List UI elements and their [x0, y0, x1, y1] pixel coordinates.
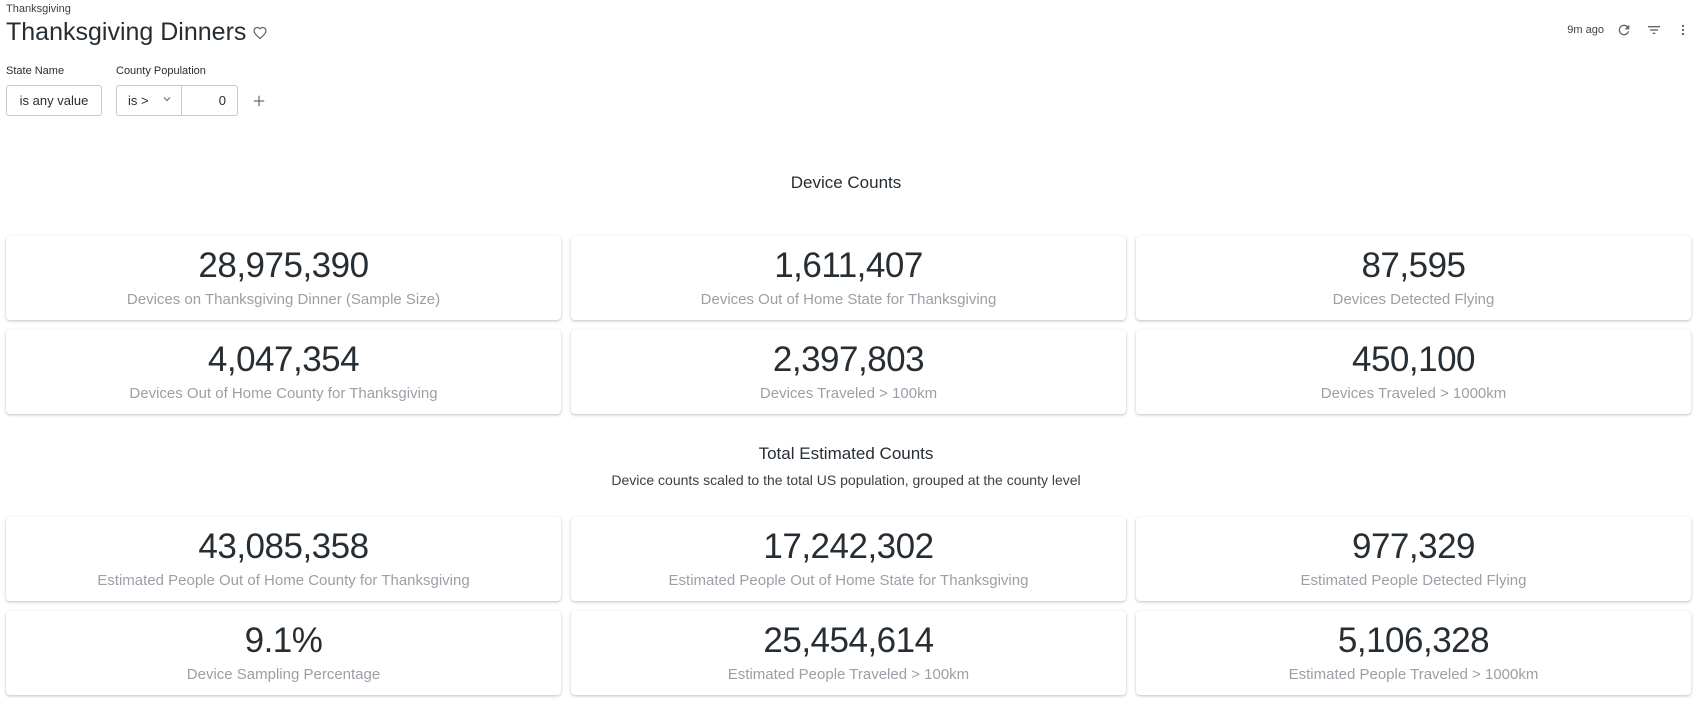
kpi-value: 5,106,328: [1337, 621, 1490, 660]
operator-select[interactable]: is >: [116, 85, 182, 116]
kpi-value: 4,047,354: [207, 340, 360, 379]
kpi-label: Estimated People Detected Flying: [1300, 572, 1527, 589]
kpi-value: 977,329: [1351, 527, 1476, 566]
kpi-label: Estimated People Traveled > 100km: [727, 666, 970, 683]
section-title-estimated: Total Estimated Counts: [758, 444, 934, 463]
state-name-value-button[interactable]: is any value: [6, 85, 102, 116]
kpi-label: Devices on Thanksgiving Dinner (Sample S…: [126, 291, 441, 308]
kpi-tile[interactable]: 43,085,358 Estimated People Out of Home C…: [6, 517, 561, 601]
filter-label-county: County Population: [116, 65, 206, 77]
header-actions: 9m ago: [1567, 22, 1690, 38]
section-subtitle-estimated: Device counts scaled to the total US pop…: [611, 472, 1081, 488]
device-tiles-grid: 28,975,390 Devices on Thanksgiving Dinner…: [6, 236, 1691, 414]
kpi-value: 1,611,407: [774, 246, 923, 285]
kpi-tile[interactable]: 9.1% Device Sampling Percentage: [6, 611, 561, 695]
state-name-filter: State Name is any value: [6, 65, 102, 116]
county-population-filter: County Population is > 0: [116, 65, 268, 116]
kpi-value: 2,397,803: [772, 340, 925, 379]
filter-label-state: State Name: [6, 65, 65, 77]
page-title: Thanksgiving Dinners: [6, 18, 247, 46]
heart-outline-icon[interactable]: [252, 25, 268, 41]
kpi-value: 9.1%: [244, 621, 323, 660]
kpi-value: 28,975,390: [198, 246, 369, 285]
kpi-tile[interactable]: 1,611,407 Devices Out of Home State for T…: [571, 236, 1126, 320]
title-row: Thanksgiving Dinners: [6, 18, 268, 47]
kpi-label: Devices Out of Home State for Thanksgivi…: [700, 291, 997, 308]
kpi-tile[interactable]: 977,329 Estimated People Detected Flying: [1136, 517, 1691, 601]
more-vert-icon[interactable]: [1676, 22, 1690, 38]
section-title-device: Device Counts: [790, 173, 902, 192]
kpi-tile[interactable]: 28,975,390 Devices on Thanksgiving Dinner…: [6, 236, 561, 320]
kpi-tile[interactable]: 2,397,803 Devices Traveled > 100km: [571, 330, 1126, 414]
county-population-input[interactable]: 0: [182, 85, 238, 116]
estimated-tiles-grid: 43,085,358 Estimated People Out of Home C…: [6, 517, 1691, 695]
filter-bar: State Name is any value County Populatio…: [6, 65, 268, 116]
kpi-tile[interactable]: 25,454,614 Estimated People Traveled > 10…: [571, 611, 1126, 695]
kpi-label: Devices Traveled > 100km: [759, 385, 938, 402]
kpi-tile[interactable]: 4,047,354 Devices Out of Home County for …: [6, 330, 561, 414]
kpi-value: 87,595: [1361, 246, 1466, 285]
kpi-tile[interactable]: 87,595 Devices Detected Flying: [1136, 236, 1691, 320]
kpi-label: Device Sampling Percentage: [186, 666, 381, 683]
kpi-value: 25,454,614: [763, 621, 934, 660]
kpi-value: 450,100: [1351, 340, 1476, 379]
kpi-label: Devices Traveled > 1000km: [1320, 385, 1507, 402]
kpi-label: Devices Out of Home County for Thanksgiv…: [129, 385, 438, 402]
kpi-tile[interactable]: 5,106,328 Estimated People Traveled > 100…: [1136, 611, 1691, 695]
kpi-value: 43,085,358: [198, 527, 369, 566]
dashboard-page: Thanksgiving Thanksgiving Dinners 9m ago: [0, 0, 1706, 718]
filter-icon[interactable]: [1646, 22, 1662, 38]
kpi-label: Estimated People Out of Home County for …: [97, 572, 470, 589]
kpi-label: Estimated People Out of Home State for T…: [668, 572, 1029, 589]
plus-icon[interactable]: [250, 92, 268, 110]
breadcrumb[interactable]: Thanksgiving: [6, 3, 71, 15]
kpi-tile[interactable]: 17,242,302 Estimated People Out of Home S…: [571, 517, 1126, 601]
kpi-tile[interactable]: 450,100 Devices Traveled > 1000km: [1136, 330, 1691, 414]
chevron-down-icon: [161, 93, 173, 108]
operator-value: is >: [128, 93, 149, 108]
kpi-label: Estimated People Traveled > 1000km: [1288, 666, 1539, 683]
kpi-value: 17,242,302: [763, 527, 934, 566]
last-updated-text: 9m ago: [1567, 24, 1604, 36]
kpi-label: Devices Detected Flying: [1332, 291, 1495, 308]
refresh-icon[interactable]: [1616, 22, 1632, 38]
